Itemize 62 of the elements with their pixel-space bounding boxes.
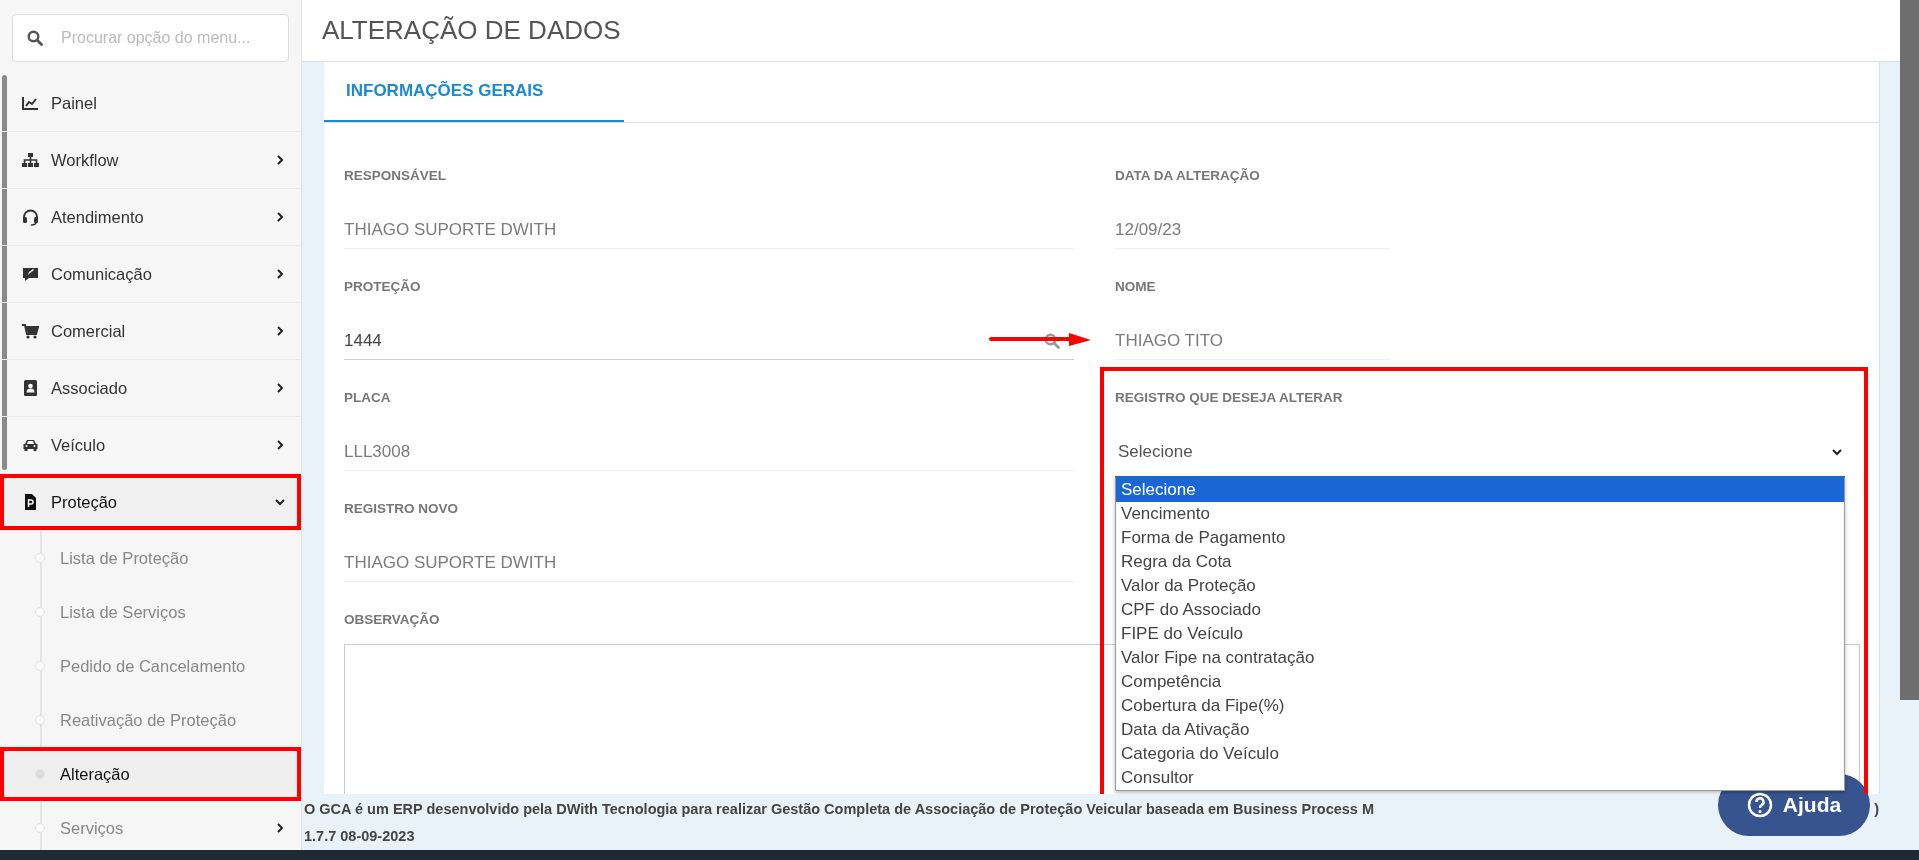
field-label: OBSERVAÇÃO <box>344 612 441 628</box>
chevron-icon <box>275 212 285 222</box>
search-icon <box>27 30 43 46</box>
dropdown-option[interactable]: Valor Fipe na contratação <box>1116 646 1844 670</box>
sidebar-item[interactable]: Comunicação <box>0 246 301 303</box>
field-label: RESPONSÁVEL <box>344 168 448 184</box>
help-icon <box>1746 792 1773 818</box>
field-label: REGISTRO NOVO <box>344 501 459 517</box>
dropdown-option[interactable]: CPF do Associado <box>1116 598 1844 622</box>
sidebar-item[interactable]: Veículo <box>0 417 301 474</box>
dropdown-option[interactable]: Forma de Pagamento <box>1116 526 1844 550</box>
sidebar-item[interactable]: Workflow <box>0 132 301 189</box>
field-label: REGISTRO QUE DESEJA ALTERAR <box>1115 390 1344 406</box>
menu-icon <box>22 208 39 226</box>
dropdown-option[interactable]: Data da Ativação <box>1116 718 1844 742</box>
dropdown-option[interactable]: Valor da Proteção <box>1116 574 1844 598</box>
select-dropdown[interactable]: Selecione <box>1115 434 1860 470</box>
field-value: THIAGO SUPORTE DWITH <box>344 545 1074 582</box>
submenu-item[interactable]: Alteração <box>0 747 301 801</box>
dropdown-option[interactable]: Categoria do Veículo <box>1116 742 1844 766</box>
field-label: DATA DA ALTERAÇÃO <box>1115 168 1261 184</box>
dropdown-option[interactable]: Regra da Cota <box>1116 550 1844 574</box>
tab[interactable]: INFORMAÇÕES GERAIS <box>324 62 624 122</box>
chevron-icon <box>275 497 285 507</box>
menu-icon <box>22 379 39 397</box>
chevron-icon <box>275 269 285 279</box>
chevron-icon <box>275 440 285 450</box>
field-label: NOME <box>1115 279 1157 295</box>
chevron-icon <box>275 155 285 165</box>
sidebar-item[interactable]: Atendimento <box>0 189 301 246</box>
dropdown-option[interactable]: Vencimento <box>1116 502 1844 526</box>
field-value: THIAGO TITO <box>1115 323 1390 360</box>
scrollbar[interactable] <box>1900 0 1919 700</box>
chevron-icon <box>275 326 285 336</box>
footer-text: O GCA é um ERP desenvolvido pela DWith Tecnologia para realizar Gestão Completa de Associação de Proteção Veicular baseada em Business Process M <box>304 800 1375 819</box>
menu-search-box[interactable]: Procurar opção do menu... <box>12 14 289 62</box>
menu-icon <box>22 94 39 112</box>
chevron-icon <box>1832 447 1842 457</box>
search-icon <box>1044 333 1060 349</box>
dropdown-option[interactable]: Competência <box>1116 670 1844 694</box>
menu-icon <box>22 322 39 340</box>
menu-icon <box>22 493 39 511</box>
menu-search-field[interactable]: Procurar opção do menu... <box>59 28 263 48</box>
field-value: THIAGO SUPORTE DWITH <box>344 212 1074 249</box>
footer-text: ) <box>1874 800 1879 819</box>
field-label: PROTEÇÃO <box>344 279 422 295</box>
sidebar-item[interactable]: Proteção <box>0 474 301 531</box>
sidebar-item[interactable]: Comercial <box>0 303 301 360</box>
field-value: LLL3008 <box>344 434 1074 471</box>
page-title: ALTERAÇÃO DE DADOS <box>322 15 621 46</box>
sidebar-item[interactable]: Painel <box>0 75 301 132</box>
sidebar-item[interactable]: Associado <box>0 360 301 417</box>
version-text: 1.7.7 08-09-2023 <box>304 828 415 844</box>
field-value: 12/09/23 <box>1115 212 1390 249</box>
dropdown-option[interactable]: FIPE do Veículo <box>1116 622 1844 646</box>
protection-input[interactable]: 1444 <box>344 331 1044 351</box>
chevron-icon <box>275 383 285 393</box>
menu-icon <box>22 265 39 283</box>
dropdown-option[interactable]: Cobertura da Fipe(%) <box>1116 694 1844 718</box>
field-label: PLACA <box>344 390 392 406</box>
menu-icon <box>22 151 39 169</box>
dropdown-option[interactable]: Selecione <box>1116 478 1844 502</box>
